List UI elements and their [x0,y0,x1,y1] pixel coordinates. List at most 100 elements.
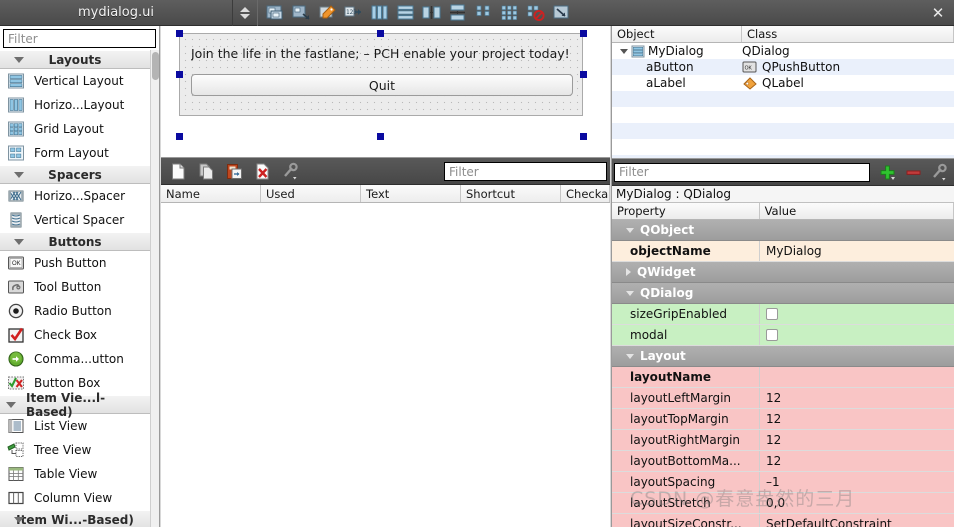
paste-icon[interactable] [222,159,246,183]
action-column-text[interactable]: Text [361,185,461,202]
form-label-aLabel[interactable]: Join the life in the fastlane; – PCH ena… [191,46,571,64]
configure-icon[interactable] [278,159,302,183]
widget-box-scrollbar[interactable] [150,50,159,527]
layout-in-splitter-horizontal-icon[interactable] [419,1,443,25]
chevron-down-icon[interactable] [620,49,628,54]
widget-item-horizontal-spacer[interactable]: Horizo...Spacer [0,184,150,208]
widget-item-grid-layout[interactable]: Grid Layout [0,117,150,141]
adjust-size-arrow-icon[interactable] [549,1,573,25]
selection-handle-bottom-right[interactable] [580,133,587,140]
widget-item-vertical-spacer[interactable]: Vertical Spacer [0,208,150,232]
widget-item-push-button[interactable]: OK Push Button [0,251,150,275]
widget-item-horizontal-layout[interactable]: Horizo...Layout [0,93,150,117]
widget-category-spacers[interactable]: Spacers [0,165,150,184]
property-row-objectname[interactable]: objectName MyDialog [612,241,954,262]
property-group-layout[interactable]: Layout [612,346,954,367]
action-column-name[interactable]: Name [161,185,261,202]
form-dialog-widget[interactable]: Join the life in the fastlane; – PCH ena… [179,33,583,116]
add-dynamic-property-icon[interactable] [875,160,899,184]
property-row-modal[interactable]: modal [612,325,954,346]
form-editor-canvas[interactable]: Join the life in the fastlane; – PCH ena… [161,26,610,157]
widget-item-command-link-button[interactable]: Comma...utton [0,347,150,371]
object-row-alabel[interactable]: aLabel QLabel [612,75,954,91]
property-filter-input[interactable]: Filter [614,163,870,182]
form-button-aButton[interactable]: Quit [191,74,573,96]
new-action-icon[interactable] [166,159,190,183]
widget-category-item-widgets[interactable]: Item Wi...-Based) [0,510,150,527]
property-column-property[interactable]: Property [612,203,760,219]
property-row-layoutspacing[interactable]: layoutSpacing –1 [612,472,954,493]
selection-handle-top-left[interactable] [176,30,183,37]
selection-handle-bottom-center[interactable] [377,133,384,140]
layout-in-form-icon[interactable] [471,1,495,25]
object-row-mydialog[interactable]: MyDialog QDialog [612,43,954,59]
action-column-shortcut[interactable]: Shortcut [461,185,561,202]
layout-horizontally-icon[interactable] [367,1,391,25]
widget-box-scrollbar-thumb[interactable] [152,52,159,80]
property-group-qdialog[interactable]: QDialog [612,283,954,304]
modal-checkbox[interactable] [766,329,778,341]
adjust-size-icon[interactable] [289,1,313,25]
selection-handle-top-right[interactable] [580,30,587,37]
property-value[interactable]: SetDefaultConstraint [760,514,954,527]
property-row-layoutsizeconstraint[interactable]: layoutSizeConstr... SetDefaultConstraint [612,514,954,527]
property-column-value[interactable]: Value [760,203,954,219]
updown-spinner-icon[interactable] [232,0,258,26]
object-name-label: aLabel [646,76,686,90]
layout-in-splitter-vertical-icon[interactable] [445,1,469,25]
property-value[interactable]: 0,0 [760,493,954,513]
close-icon[interactable]: ✕ [922,0,954,26]
object-row-abutton[interactable]: aButton OK QPushButton [612,59,954,75]
property-row-layoutname[interactable]: layoutName [612,367,954,388]
edit-tab-order-icon[interactable] [315,1,339,25]
widget-item-vertical-layout[interactable]: Vertical Layout [0,69,150,93]
property-group-qobject[interactable]: QObject [612,220,954,241]
widget-item-radio-button[interactable]: Radio Button [0,299,150,323]
property-name: sizeGripEnabled [612,304,760,324]
property-row-layouttopmargin[interactable]: layoutTopMargin 12 [612,409,954,430]
property-value[interactable]: –1 [760,472,954,492]
property-value[interactable]: 12 [760,388,954,408]
selection-handle-bottom-left[interactable] [176,133,183,140]
sizegripenabled-checkbox[interactable] [766,308,778,320]
delete-action-icon[interactable] [250,159,274,183]
copy-icon[interactable] [194,159,218,183]
property-group-qwidget[interactable]: QWidget [612,262,954,283]
property-row-layoutleftmargin[interactable]: layoutLeftMargin 12 [612,388,954,409]
object-column-class[interactable]: Class [742,26,954,42]
widget-item-table-view[interactable]: Table View [0,462,150,486]
break-layout-red-icon[interactable] [523,1,547,25]
widget-category-item-views[interactable]: Item Vie...l-Based) [0,395,150,414]
property-value[interactable]: 12 [760,430,954,450]
widget-item-check-box[interactable]: Check Box [0,323,150,347]
edit-buddies-icon[interactable]: 123 [341,1,365,25]
configure-property-editor-icon[interactable] [927,160,951,184]
widget-category-buttons[interactable]: Buttons [0,232,150,251]
selection-handle-top-center[interactable] [377,30,384,37]
action-editor-filter-input[interactable]: Filter [444,162,607,181]
widget-item-tree-view[interactable]: Tree View [0,438,150,462]
action-column-checkable[interactable]: Checkab [561,185,610,202]
break-layout-icon[interactable] [263,1,287,25]
property-value[interactable]: 12 [760,451,954,471]
selection-handle-middle-right[interactable] [580,71,587,78]
property-value[interactable]: 12 [760,409,954,429]
widget-item-form-layout[interactable]: Form Layout [0,141,150,165]
property-row-sizegripenabled[interactable]: sizeGripEnabled [612,304,954,325]
widget-item-column-view[interactable]: Column View [0,486,150,510]
form-layout-icon [6,143,26,163]
action-column-used[interactable]: Used [261,185,361,202]
object-column-object[interactable]: Object [612,26,742,42]
selection-handle-middle-left[interactable] [176,71,183,78]
layout-vertically-icon[interactable] [393,1,417,25]
widget-category-layouts[interactable]: Layouts [0,50,150,69]
widget-item-tool-button[interactable]: Tool Button [0,275,150,299]
property-value[interactable]: MyDialog [760,241,954,261]
property-row-layoutstretch[interactable]: layoutStretch 0,0 [612,493,954,514]
remove-dynamic-property-icon[interactable] [901,160,925,184]
property-row-layoutbottommargin[interactable]: layoutBottomMa... 12 [612,451,954,472]
property-value[interactable] [760,367,954,387]
layout-in-grid-icon[interactable] [497,1,521,25]
property-row-layoutrightmargin[interactable]: layoutRightMargin 12 [612,430,954,451]
widget-box-filter-input[interactable]: Filter [3,29,156,48]
